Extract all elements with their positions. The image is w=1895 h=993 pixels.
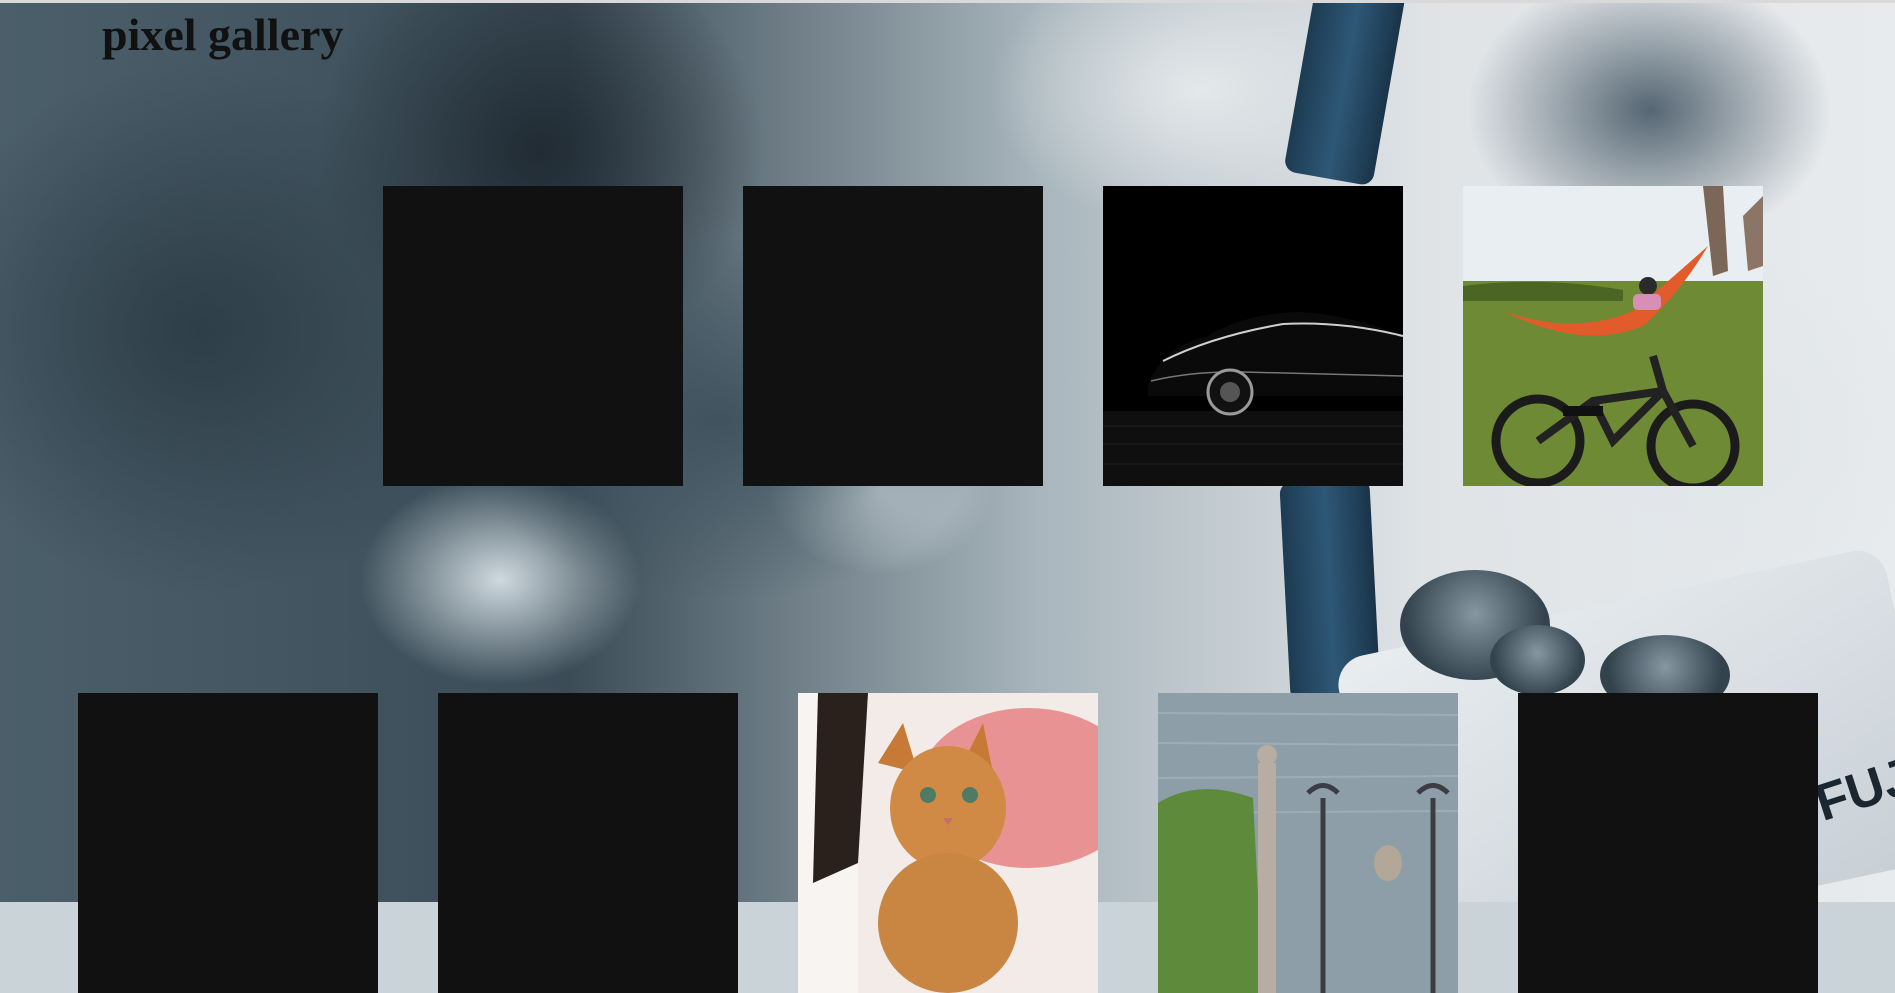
top-border [0,0,1895,3]
gallery-tile-placeholder[interactable] [743,186,1043,486]
page-title: pixel gallery [102,9,344,60]
gallery-tile-lake-statue-photo[interactable] [1158,693,1458,993]
gallery-tile-placeholder[interactable] [78,693,378,993]
camera-strap-upper [1283,0,1407,187]
gallery-tile-placeholder[interactable] [383,186,683,486]
gallery-tile-placeholder[interactable] [1518,693,1818,993]
gallery-tile-cat-photo[interactable] [798,693,1098,993]
hammock-bike-image [1463,186,1763,486]
gallery-tile-placeholder[interactable] [438,693,738,993]
gallery-tile-hammock-bike-photo[interactable] [1463,186,1763,486]
car-image [1103,186,1403,486]
cat-image [798,693,1098,993]
camera-dial [1490,625,1585,695]
lake-statue-image [1158,693,1458,993]
gallery-tile-car-photo[interactable] [1103,186,1403,486]
